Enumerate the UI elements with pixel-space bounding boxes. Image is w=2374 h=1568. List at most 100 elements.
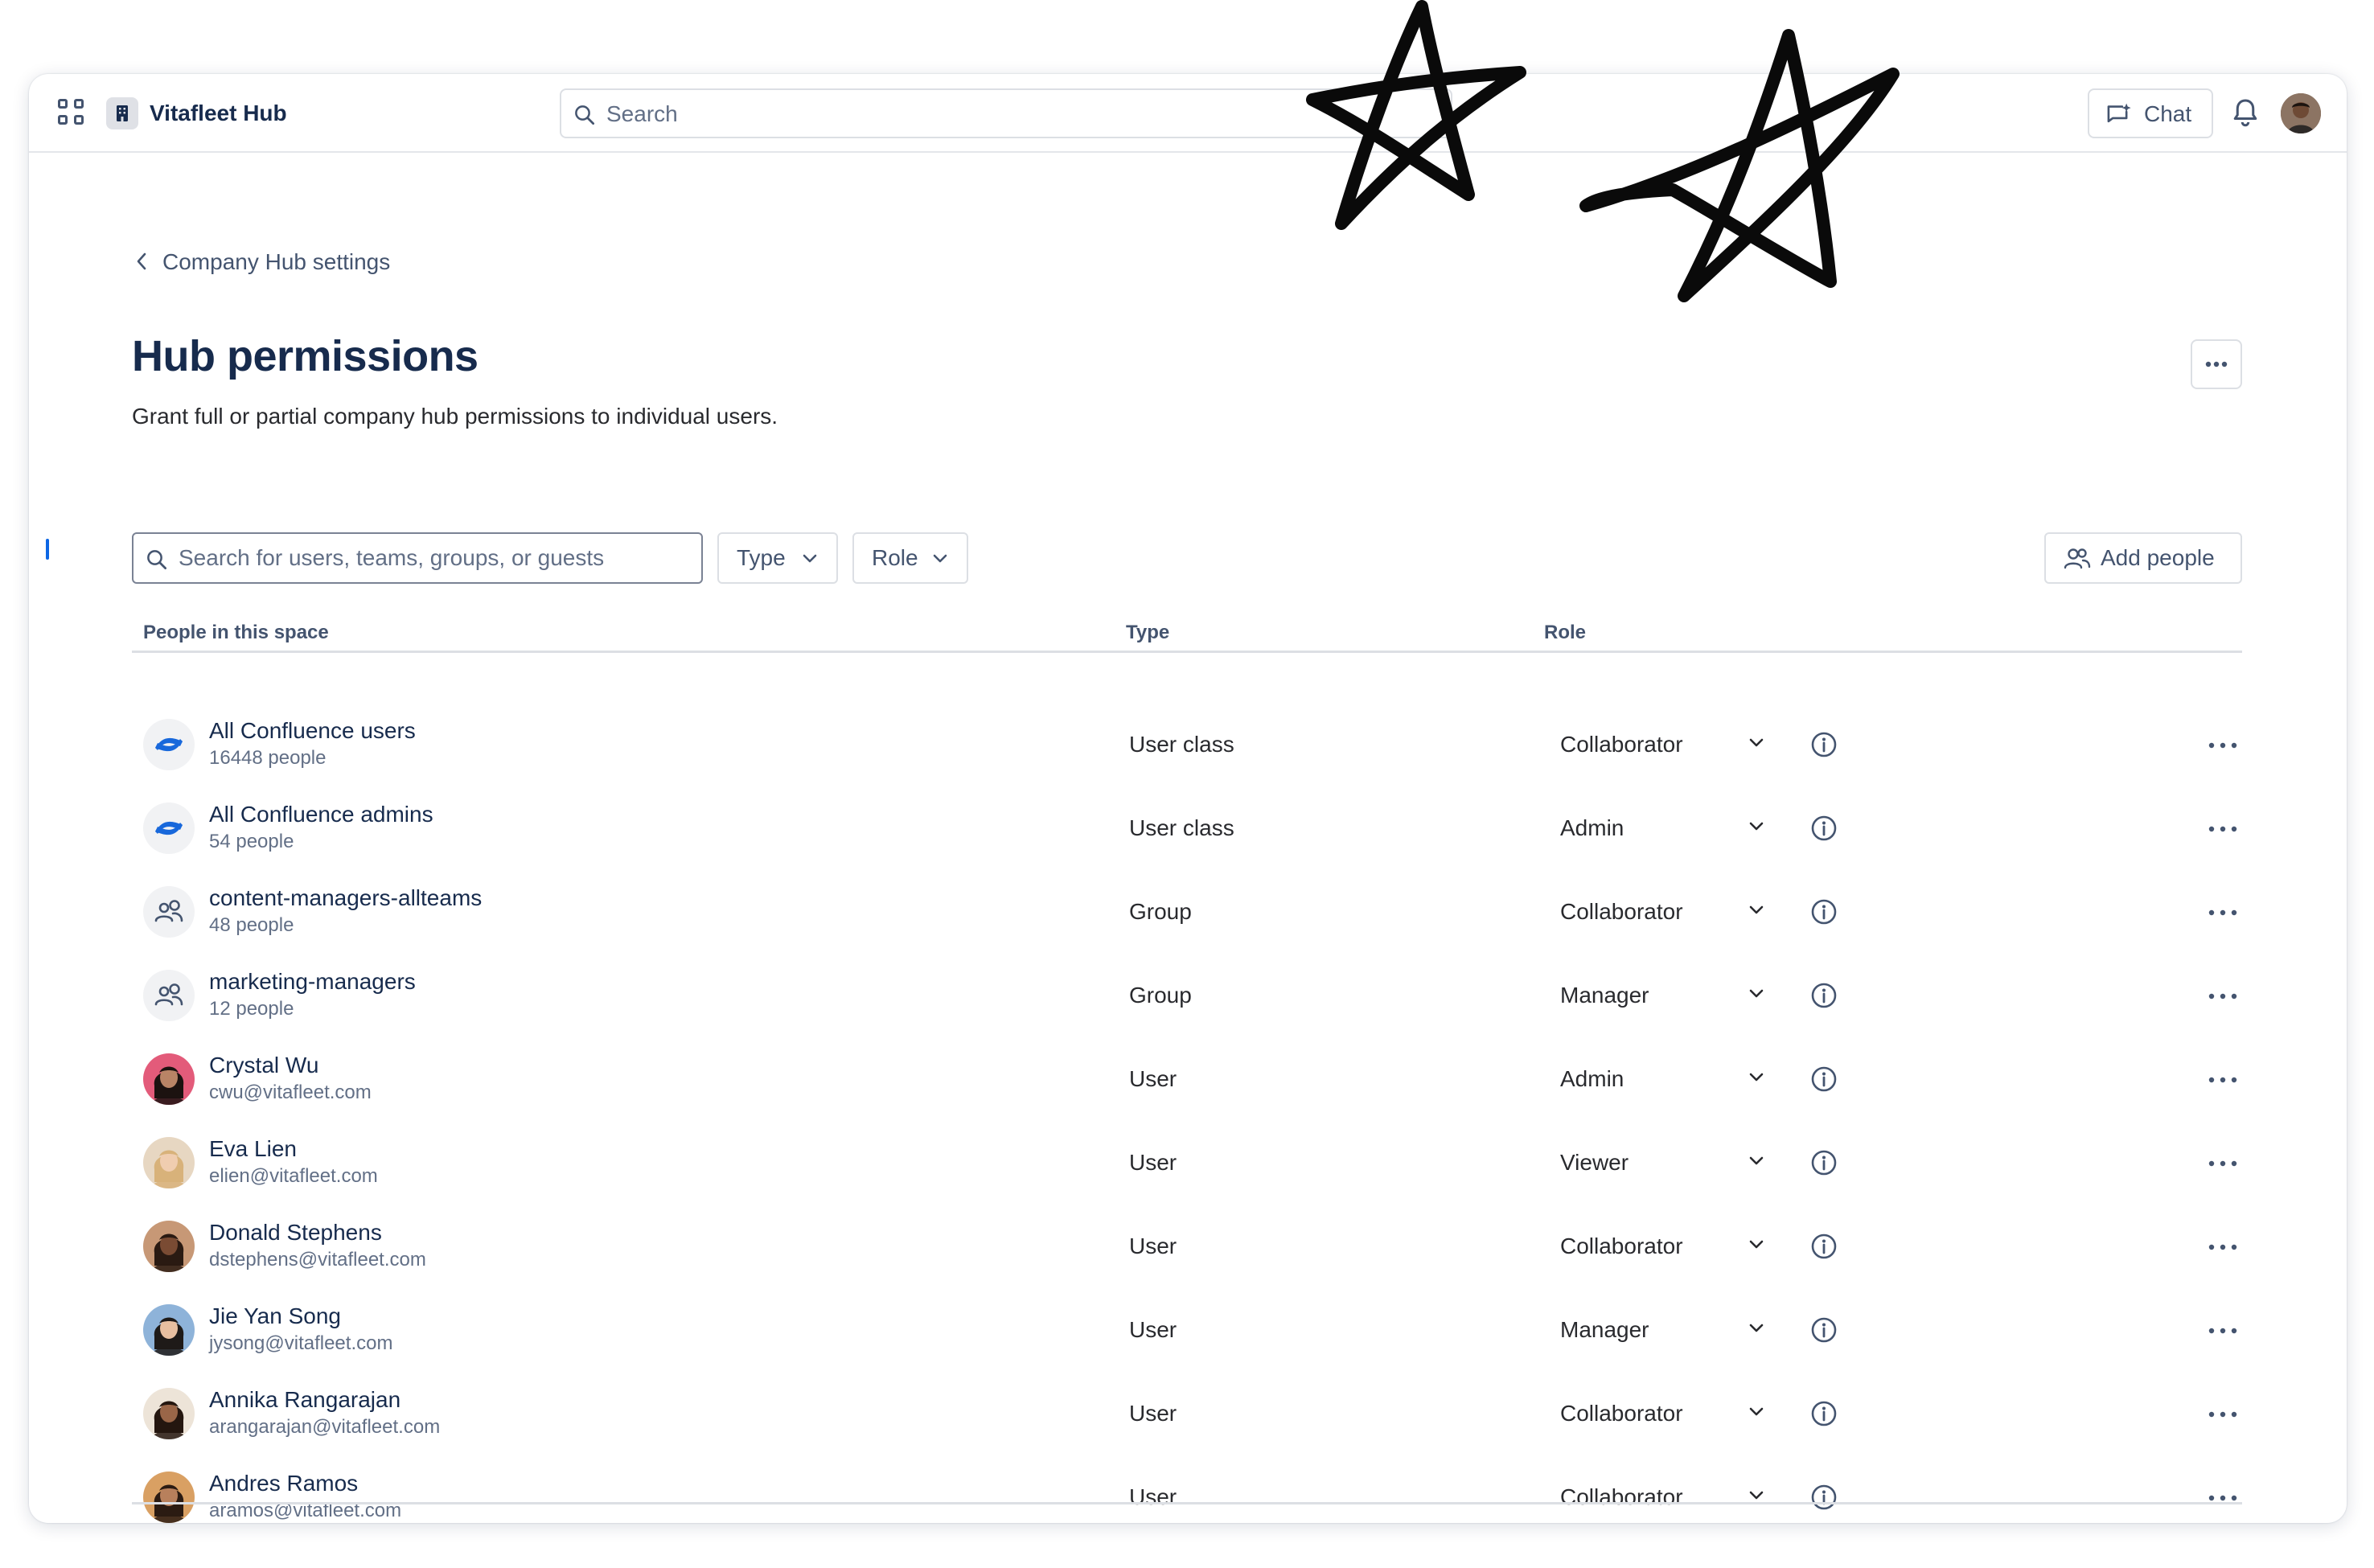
top-navigation: Vitafleet Hub Chat: [29, 74, 2347, 153]
global-search-input[interactable]: [606, 98, 1411, 130]
search-icon: [147, 550, 166, 569]
row-role[interactable]: Manager: [1560, 1316, 1649, 1344]
info-icon[interactable]: [1809, 1065, 1838, 1098]
search-icon: [575, 105, 594, 125]
row-role[interactable]: Collaborator: [1560, 1399, 1683, 1428]
add-people-button[interactable]: Add people: [2044, 532, 2242, 584]
column-header-type[interactable]: Type: [1126, 621, 1169, 645]
row-name[interactable]: content-managers-allteams: [209, 885, 482, 912]
row-more-actions-icon[interactable]: [2207, 907, 2239, 922]
row-role[interactable]: Viewer: [1560, 1148, 1629, 1177]
type-filter-dropdown[interactable]: Type: [717, 532, 838, 584]
table-row: marketing-managers 12 people Group Manager: [132, 954, 2242, 1037]
row-role[interactable]: Admin: [1560, 814, 1624, 843]
table-header: People in this space Type Role: [132, 618, 2242, 653]
row-subtitle: elien@vitafleet.com: [209, 1165, 378, 1187]
row-more-actions-icon[interactable]: [2207, 1325, 2239, 1340]
row-name[interactable]: Crystal Wu: [209, 1052, 318, 1079]
row-name[interactable]: All Confluence users: [209, 717, 416, 745]
row-avatar: [143, 1472, 195, 1523]
table-row: All Confluence admins 54 people User class…: [132, 786, 2242, 870]
row-role[interactable]: Admin: [1560, 1065, 1624, 1094]
side-focus-marker: [46, 539, 49, 560]
row-role[interactable]: Collaborator: [1560, 897, 1683, 926]
row-role[interactable]: Collaborator: [1560, 1232, 1683, 1261]
row-type: User: [1129, 1401, 1177, 1426]
role-dropdown-toggle[interactable]: [1747, 1069, 1766, 1090]
row-name[interactable]: Annika Rangarajan: [209, 1386, 400, 1414]
chevron-down-icon: [803, 554, 817, 563]
notification-bell-icon[interactable]: [2231, 96, 2260, 129]
column-header-role[interactable]: Role: [1544, 621, 1586, 645]
row-name[interactable]: Andres Ramos: [209, 1470, 358, 1497]
people-search-input[interactable]: [179, 542, 693, 574]
info-icon[interactable]: [1809, 1316, 1838, 1348]
row-name[interactable]: Eva Lien: [209, 1135, 297, 1163]
app-name[interactable]: Vitafleet Hub: [150, 98, 287, 129]
app-window: Vitafleet Hub Chat: [29, 74, 2347, 1523]
table-row: content-managers-allteams 48 people Group C…: [132, 870, 2242, 954]
info-icon[interactable]: [1809, 981, 1838, 1014]
table-row: Crystal Wu cwu@vitafleet.com User Admin: [132, 1037, 2242, 1121]
chevron-down-icon: [1749, 1240, 1764, 1249]
row-role[interactable]: Collaborator: [1560, 730, 1683, 759]
people-search[interactable]: [132, 532, 703, 584]
row-more-actions-icon[interactable]: [2207, 1074, 2239, 1089]
app-switcher-icon[interactable]: [58, 99, 87, 128]
page-more-actions-button[interactable]: [2191, 339, 2242, 389]
role-dropdown-toggle[interactable]: [1747, 735, 1766, 755]
role-dropdown-toggle[interactable]: [1747, 1153, 1766, 1173]
row-type: User class: [1129, 815, 1234, 840]
type-filter-label: Type: [737, 545, 786, 570]
info-icon[interactable]: [1809, 814, 1838, 847]
role-dropdown-toggle[interactable]: [1747, 1488, 1766, 1508]
info-icon[interactable]: [1809, 897, 1838, 930]
row-name[interactable]: marketing-managers: [209, 968, 416, 995]
role-dropdown-toggle[interactable]: [1747, 902, 1766, 922]
user-avatar[interactable]: [2281, 93, 2321, 133]
role-dropdown-toggle[interactable]: [1747, 1404, 1766, 1424]
row-name[interactable]: Donald Stephens: [209, 1219, 382, 1246]
chevron-left-icon: [137, 252, 146, 270]
row-avatar: [143, 970, 195, 1021]
row-more-actions-icon[interactable]: [2207, 823, 2239, 838]
info-icon[interactable]: [1809, 1399, 1838, 1432]
chat-label: Chat: [2144, 101, 2192, 126]
info-icon[interactable]: [1809, 1483, 1838, 1516]
chat-sparkle-icon: [2107, 103, 2131, 123]
person-photo: [143, 1137, 195, 1188]
row-subtitle: jysong@vitafleet.com: [209, 1332, 393, 1354]
row-role[interactable]: Manager: [1560, 981, 1649, 1010]
row-more-actions-icon[interactable]: [2207, 1242, 2239, 1256]
person-photo: [143, 1053, 195, 1105]
row-type: User: [1129, 1233, 1177, 1258]
breadcrumb-label: Company Hub settings: [162, 249, 391, 274]
row-avatar: [143, 886, 195, 938]
page-description: Grant full or partial company hub permis…: [132, 404, 778, 429]
row-more-actions-icon[interactable]: [2207, 740, 2239, 754]
row-more-actions-icon[interactable]: [2207, 1409, 2239, 1423]
role-dropdown-toggle[interactable]: [1747, 819, 1766, 839]
chevron-down-icon: [1749, 822, 1764, 831]
row-avatar: [143, 1053, 195, 1105]
role-dropdown-toggle[interactable]: [1747, 1320, 1766, 1340]
role-dropdown-toggle[interactable]: [1747, 986, 1766, 1006]
role-filter-dropdown[interactable]: Role: [852, 532, 968, 584]
row-more-actions-icon[interactable]: [2207, 1158, 2239, 1172]
row-name[interactable]: Jie Yan Song: [209, 1303, 341, 1330]
group-icon: [154, 900, 183, 922]
info-icon[interactable]: [1809, 730, 1838, 763]
global-search[interactable]: [560, 88, 1452, 138]
row-name[interactable]: All Confluence admins: [209, 801, 433, 828]
table-bottom-border: [132, 1502, 2242, 1504]
role-dropdown-toggle[interactable]: [1747, 1237, 1766, 1257]
info-icon[interactable]: [1809, 1148, 1838, 1181]
chat-button[interactable]: Chat: [2088, 88, 2213, 138]
info-icon[interactable]: [1809, 1232, 1838, 1265]
person-photo: [143, 1304, 195, 1356]
column-header-people[interactable]: People in this space: [143, 621, 329, 645]
row-role[interactable]: Collaborator: [1560, 1483, 1683, 1512]
row-more-actions-icon[interactable]: [2207, 991, 2239, 1005]
row-more-actions-icon[interactable]: [2207, 1492, 2239, 1507]
table-row: Jie Yan Song jysong@vitafleet.com User Mana…: [132, 1288, 2242, 1372]
